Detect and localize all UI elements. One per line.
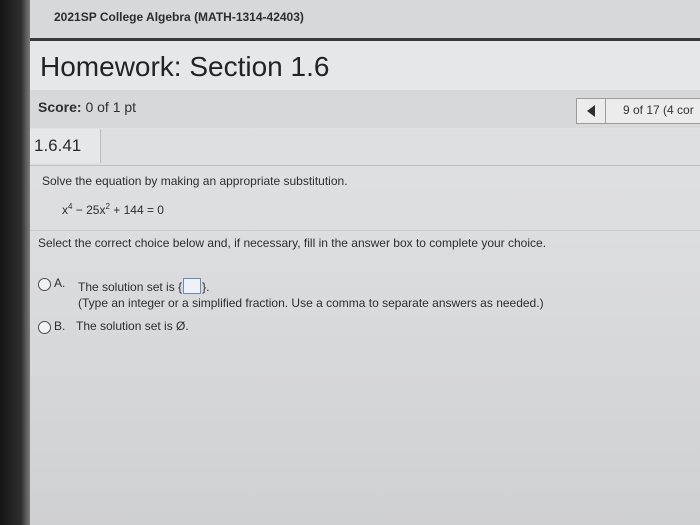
score-bar: Score: 0 of 1 pt 9 of 17 (4 cor — [30, 90, 700, 128]
divider — [30, 230, 700, 231]
choice-b-letter: B. — [54, 319, 66, 333]
radio-choice-a[interactable] — [38, 278, 51, 291]
question-count[interactable]: 9 of 17 (4 cor — [623, 103, 694, 117]
course-bar: 2021SP College Algebra (MATH-1314-42403) — [30, 0, 700, 38]
answer-input[interactable] — [183, 278, 202, 294]
score: Score: 0 of 1 pt — [38, 99, 136, 115]
choice-b-text: The solution set is Ø. — [76, 319, 189, 333]
monitor-bezel — [0, 0, 30, 525]
page-header: Homework: Section 1.6 — [30, 38, 700, 91]
equation-term: − 25x — [72, 203, 106, 217]
question-id: 1.6.41 — [30, 129, 101, 163]
question-navigator: 9 of 17 (4 cor — [576, 98, 700, 124]
question-id-bar: 1.6.41 — [30, 129, 700, 166]
course-title[interactable]: 2021SP College Algebra (MATH-1314-42403) — [54, 10, 304, 24]
choice-prompt: Select the correct choice below and, if … — [38, 236, 547, 250]
question-content: Solve the equation by making an appropri… — [30, 166, 700, 525]
score-label: Score: — [38, 99, 82, 115]
question-instruction: Solve the equation by making an appropri… — [42, 174, 348, 188]
choice-a-hint: (Type an integer or a simplified fractio… — [78, 296, 544, 310]
radio-choice-b[interactable] — [38, 321, 51, 334]
choice-a-text-after: }. — [202, 280, 210, 294]
score-value: 0 of 1 pt — [85, 99, 137, 115]
choice-a-letter: A. — [54, 276, 66, 290]
choice-a-text: The solution set is {}. — [78, 278, 209, 294]
choice-a-text-before: The solution set is { — [78, 280, 183, 294]
equation: x4 − 25x2 + 144 = 0 — [62, 202, 164, 217]
page-title: Homework: Section 1.6 — [40, 51, 330, 82]
previous-question-button[interactable] — [577, 99, 606, 123]
browser-screen: 2021SP College Algebra (MATH-1314-42403)… — [30, 0, 700, 525]
equation-term: + 144 = 0 — [109, 203, 164, 217]
